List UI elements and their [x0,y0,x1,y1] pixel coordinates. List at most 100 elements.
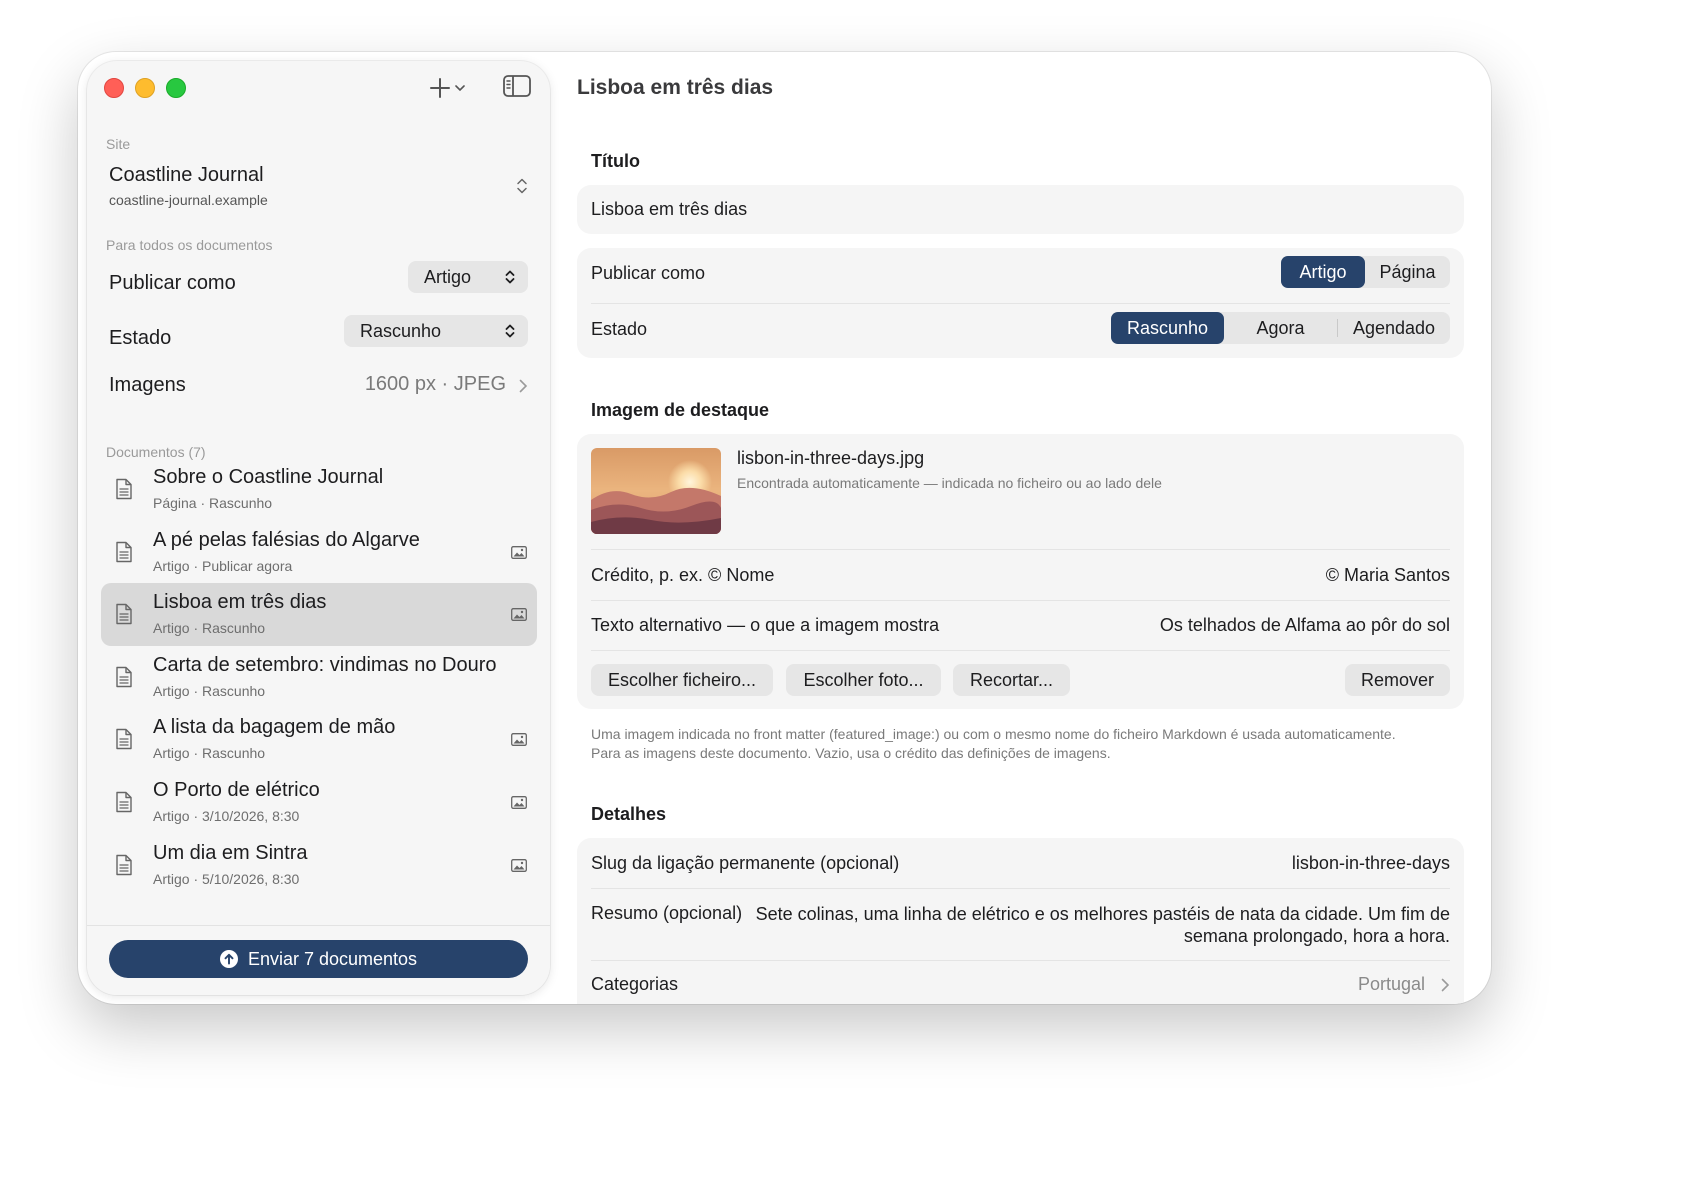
document-list-item[interactable]: Carta de setembro: vindimas no Douro Arti… [101,646,537,709]
image-attached-icon [511,608,527,622]
site-section-label: Site [106,136,131,152]
document-subtitle: Página · Rascunho [153,495,273,511]
categories-value-wrap: Portugal [1358,974,1450,995]
publish-as-segmented: Artigo Página [1281,256,1450,288]
state-segmented: Rascunho Agora Agendado [1111,312,1450,344]
all-documents-label: Para todos os documentos [106,237,273,253]
send-documents-button[interactable]: Enviar 7 documentos [109,940,528,978]
featured-image-help-text: Uma imagem indicada no front matter (fea… [591,726,1396,761]
document-list-item[interactable]: A pé pelas falésias do Algarve Artigo · P… [101,521,537,584]
document-icon [115,541,133,563]
publish-as-popup[interactable]: Artigo [408,261,528,293]
sidebar: Site Coastline Journal coastline-journal… [87,61,550,995]
publish-settings-card: Publicar como Artigo Página Estado Rascu… [577,248,1464,358]
sunset-landscape-image [591,448,721,534]
document-subtitle: Artigo · 3/10/2026, 8:30 [153,807,300,824]
document-subtitle: Artigo · Publicar agora [153,557,293,574]
featured-image-card: lisbon-in-three-days.jpg Encontrada auto… [577,434,1464,709]
details-heading: Detalhes [591,804,667,824]
image-attached-icon [511,796,527,809]
credit-value: © Maria Santos [1325,565,1450,585]
chevron-right-icon [519,379,528,393]
chevron-down-icon [455,85,465,92]
window-title: Lisboa em três dias [577,76,774,99]
document-title: Lisboa em três dias [153,591,327,614]
document-list-item[interactable]: O Porto de elétrico Artigo · 3/10/2026, 8… [101,771,537,834]
featured-image-note: Encontrada automaticamente — indicada no… [737,475,1162,491]
state-label: Estado [591,319,648,339]
state-popup[interactable]: Rascunho [344,315,528,347]
document-title: A lista da bagagem de mão [153,716,396,739]
state-option-agendado[interactable]: Agendado [1338,312,1450,344]
state-option-rascunho[interactable]: Rascunho [1111,312,1224,344]
remove-button[interactable]: Remover [1345,664,1450,696]
featured-image-filename: lisbon-in-three-days.jpg [737,448,925,468]
categories-label: Categorias [591,974,679,994]
send-documents-label: Enviar 7 documentos [247,948,418,969]
title-field-value: Lisboa em três dias [591,199,748,219]
document-subtitle: Artigo · Rascunho [153,682,266,699]
alt-text-value: Os telhados de Alfama ao pôr do sol [1159,615,1450,635]
document-title: A pé pelas falésias do Algarve [153,528,420,551]
state-label: Estado [109,327,172,349]
sidebar-footer: Enviar 7 documentos [87,925,550,995]
choose-file-button[interactable]: Escolher ficheiro... [591,664,773,696]
choose-photo-button[interactable]: Escolher foto... [786,664,941,696]
crop-button[interactable]: Recortar... [953,664,1070,696]
title-field[interactable]: Lisboa em três dias [577,185,1464,234]
publish-as-label: Publicar como [109,272,236,294]
summary-row[interactable]: Resumo (opcional) Sete colinas, uma linh… [591,888,1450,960]
summary-label: Resumo (opcional) [591,903,743,923]
arrow-up-circle-icon [219,950,238,968]
document-list-item[interactable]: Um dia em Sintra Artigo · 5/10/2026, 8:30 [101,834,537,897]
zoom-window-button[interactable] [166,78,186,98]
document-title: Carta de setembro: vindimas no Douro [153,653,497,676]
app-window: Site Coastline Journal coastline-journal… [78,52,1491,1004]
main-pane: Lisboa em três dias Título Lisboa em trê… [550,52,1491,1004]
slug-value: lisbon-in-three-days [1291,853,1450,873]
up-down-chevron-icon [517,178,527,194]
up-down-chevron-icon [505,270,515,284]
image-attached-icon [511,858,527,872]
document-subtitle: Artigo · 5/10/2026, 8:30 [153,870,300,887]
document-list-item[interactable]: Lisboa em três dias Artigo · Rascunho [101,583,537,646]
document-list: Sobre o Coastline Journal Página · Rascun… [101,458,537,896]
site-url: coastline-journal.example [109,192,268,208]
slug-label: Slug da ligação permanente (opcional) [591,853,900,873]
details-card: Slug da ligação permanente (opcional) li… [577,838,1464,1004]
alt-text-label: Texto alternativo — o que a imagem mostr… [591,615,940,635]
featured-image-thumbnail[interactable] [591,448,721,534]
categories-row[interactable]: Categorias Portugal [591,960,1450,1004]
document-subtitle: Artigo · Rascunho [153,745,266,762]
summary-value: Sete colinas, uma linha de elétrico e os… [755,904,1450,946]
new-document-menu-button[interactable] [429,75,473,101]
minimize-window-button[interactable] [135,78,155,98]
state-option-agora[interactable]: Agora [1224,312,1337,344]
image-attached-icon [511,733,527,747]
publish-as-option-pagina[interactable]: Página [1365,256,1450,288]
image-actions-row: Escolher ficheiro... Escolher foto... Re… [591,650,1450,709]
sidebar-icon [503,75,531,97]
document-icon [115,791,133,813]
document-title: Um dia em Sintra [153,841,308,864]
credit-row[interactable]: Crédito, p. ex. © Nome © Maria Santos [591,549,1450,600]
publish-as-value: Artigo [424,266,472,287]
alt-text-row[interactable]: Texto alternativo — o que a imagem mostr… [591,600,1450,650]
chevron-right-icon [1441,978,1450,992]
site-name: Coastline Journal [109,164,264,186]
toggle-sidebar-button[interactable] [503,75,531,99]
categories-value: Portugal [1357,974,1425,994]
document-icon [115,728,133,750]
publish-as-label: Publicar como [591,263,706,283]
window-controls [104,78,186,98]
publish-as-option-artigo[interactable]: Artigo [1281,256,1365,288]
featured-image-heading: Imagem de destaque [591,400,770,420]
credit-label: Crédito, p. ex. © Nome [591,565,775,585]
close-window-button[interactable] [104,78,124,98]
document-list-item[interactable]: A lista da bagagem de mão Artigo · Rascun… [101,708,537,771]
slug-row[interactable]: Slug da ligação permanente (opcional) li… [591,838,1450,888]
document-icon [115,854,133,876]
document-icon [115,603,133,625]
plus-icon [430,78,450,98]
document-list-item[interactable]: Sobre o Coastline Journal Página · Rascun… [101,458,537,521]
